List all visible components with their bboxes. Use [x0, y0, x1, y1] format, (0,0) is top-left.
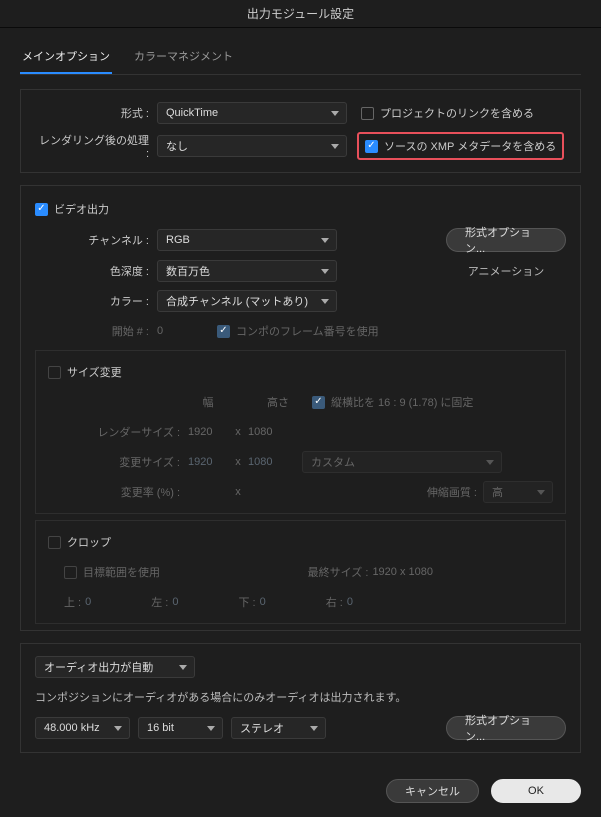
include-xmp-label: ソースの XMP メタデータを含める: [384, 138, 556, 154]
channel-select[interactable]: RGB: [157, 229, 337, 251]
start-number-value: 0: [157, 325, 187, 337]
change-size-label: 変更サイズ :: [48, 454, 188, 470]
video-output-label: ビデオ出力: [54, 201, 109, 217]
ratio-x: x: [228, 486, 248, 498]
format-select-value: QuickTime: [166, 107, 218, 119]
depth-select[interactable]: 数百万色: [157, 260, 337, 282]
render-size-x: x: [228, 426, 248, 438]
change-size-h: 1080: [248, 456, 288, 468]
crop-left-value: 0: [172, 596, 178, 608]
lock-aspect-checkbox: [312, 396, 325, 409]
render-size-h: 1080: [248, 426, 288, 438]
crop-checkbox[interactable]: [48, 536, 61, 549]
format-panel: 形式 : QuickTime プロジェクトのリンクを含める レンダリング後の処理…: [20, 89, 581, 173]
post-render-select[interactable]: なし: [157, 135, 347, 157]
audio-rate-value: 48.000 kHz: [44, 722, 100, 734]
post-render-select-value: なし: [166, 138, 188, 154]
resize-height-header: 高さ: [258, 394, 298, 410]
crop-subpanel: クロップ 目標範囲を使用 最終サイズ : 1920 x 1080 上 : 0 左…: [35, 520, 566, 624]
audio-mode-select[interactable]: オーディオ出力が自動: [35, 656, 195, 678]
include-project-link-checkbox[interactable]: [361, 107, 374, 120]
include-xmp-checkbox[interactable]: [365, 140, 378, 153]
stretch-quality-select: 高: [483, 481, 553, 503]
crop-bottom-label: 下 :: [239, 594, 256, 610]
use-target-range-checkbox: [64, 566, 77, 579]
channel-label: チャンネル :: [35, 232, 157, 248]
tab-color-management[interactable]: カラーマネジメント: [132, 42, 235, 74]
crop-bottom-value: 0: [260, 596, 266, 608]
dialog-footer: キャンセル OK: [0, 765, 601, 817]
channel-select-value: RGB: [166, 234, 190, 246]
use-target-range-label: 目標範囲を使用: [83, 564, 160, 580]
crop-left-label: 左 :: [151, 594, 168, 610]
audio-rate-select[interactable]: 48.000 kHz: [35, 717, 130, 739]
change-size-w: 1920: [188, 456, 228, 468]
stretch-quality-label: 伸縮画質 :: [427, 484, 477, 500]
change-size-x: x: [228, 456, 248, 468]
codec-name-label: アニメーション: [446, 263, 566, 279]
ratio-label: 変更率 (%) :: [48, 484, 188, 500]
final-size-label: 最終サイズ :: [308, 564, 369, 580]
crop-right-value: 0: [347, 596, 353, 608]
video-format-options-button[interactable]: 形式オプション...: [446, 228, 566, 252]
include-project-link-label: プロジェクトのリンクを含める: [380, 105, 534, 121]
use-comp-frame-label: コンポのフレーム番号を使用: [236, 323, 379, 339]
window-title: 出力モジュール設定: [0, 0, 601, 28]
resize-width-header: 幅: [188, 394, 228, 410]
crop-top-label: 上 :: [64, 594, 81, 610]
render-size-w: 1920: [188, 426, 228, 438]
start-number-label: 開始 # :: [35, 323, 157, 339]
final-size-value: 1920 x 1080: [372, 566, 433, 578]
audio-bit-select[interactable]: 16 bit: [138, 717, 223, 739]
video-output-checkbox[interactable]: [35, 203, 48, 216]
audio-panel: オーディオ出力が自動 コンポジションにオーディオがある場合にのみオーディオは出力…: [20, 643, 581, 753]
ok-button[interactable]: OK: [491, 779, 581, 803]
audio-bit-value: 16 bit: [147, 722, 174, 734]
render-size-label: レンダーサイズ :: [48, 424, 188, 440]
crop-right-label: 右 :: [326, 594, 343, 610]
window-title-text: 出力モジュール設定: [247, 5, 354, 22]
audio-hint-text: コンポジションにオーディオがある場合にのみオーディオは出力されます。: [35, 689, 406, 705]
audio-format-options-button[interactable]: 形式オプション...: [446, 716, 566, 740]
stretch-quality-value: 高: [492, 484, 503, 500]
lock-aspect-label: 縦横比を 16 : 9 (1.78) に固定: [331, 394, 473, 410]
post-render-label: レンダリング後の処理 :: [35, 132, 157, 160]
color-label: カラー :: [35, 293, 157, 309]
audio-mode-value: オーディオ出力が自動: [44, 659, 153, 675]
depth-select-value: 数百万色: [166, 263, 210, 279]
audio-channel-value: ステレオ: [240, 720, 284, 736]
crop-top-value: 0: [85, 596, 91, 608]
format-label: 形式 :: [35, 105, 157, 121]
audio-channel-select[interactable]: ステレオ: [231, 717, 326, 739]
color-select-value: 合成チャンネル (マットあり): [166, 293, 308, 309]
crop-label: クロップ: [67, 534, 111, 550]
tab-bar: メインオプション カラーマネジメント: [20, 42, 581, 75]
resize-subpanel: サイズ変更 幅 高さ 縦横比を 16 : 9 (1.78) に固定 レンダーサイ…: [35, 350, 566, 514]
video-output-panel: ビデオ出力 チャンネル : RGB 形式オプション... 色深度 : 数百万色 …: [20, 185, 581, 631]
resize-checkbox[interactable]: [48, 366, 61, 379]
resize-label: サイズ変更: [67, 364, 122, 380]
depth-label: 色深度 :: [35, 263, 157, 279]
xmp-highlight-box: ソースの XMP メタデータを含める: [357, 132, 564, 160]
change-size-preset-value: カスタム: [311, 454, 355, 470]
color-select[interactable]: 合成チャンネル (マットあり): [157, 290, 337, 312]
format-select[interactable]: QuickTime: [157, 102, 347, 124]
use-comp-frame-checkbox: [217, 325, 230, 338]
cancel-button[interactable]: キャンセル: [386, 779, 479, 803]
tab-main-options[interactable]: メインオプション: [20, 42, 112, 74]
change-size-preset-select: カスタム: [302, 451, 502, 473]
